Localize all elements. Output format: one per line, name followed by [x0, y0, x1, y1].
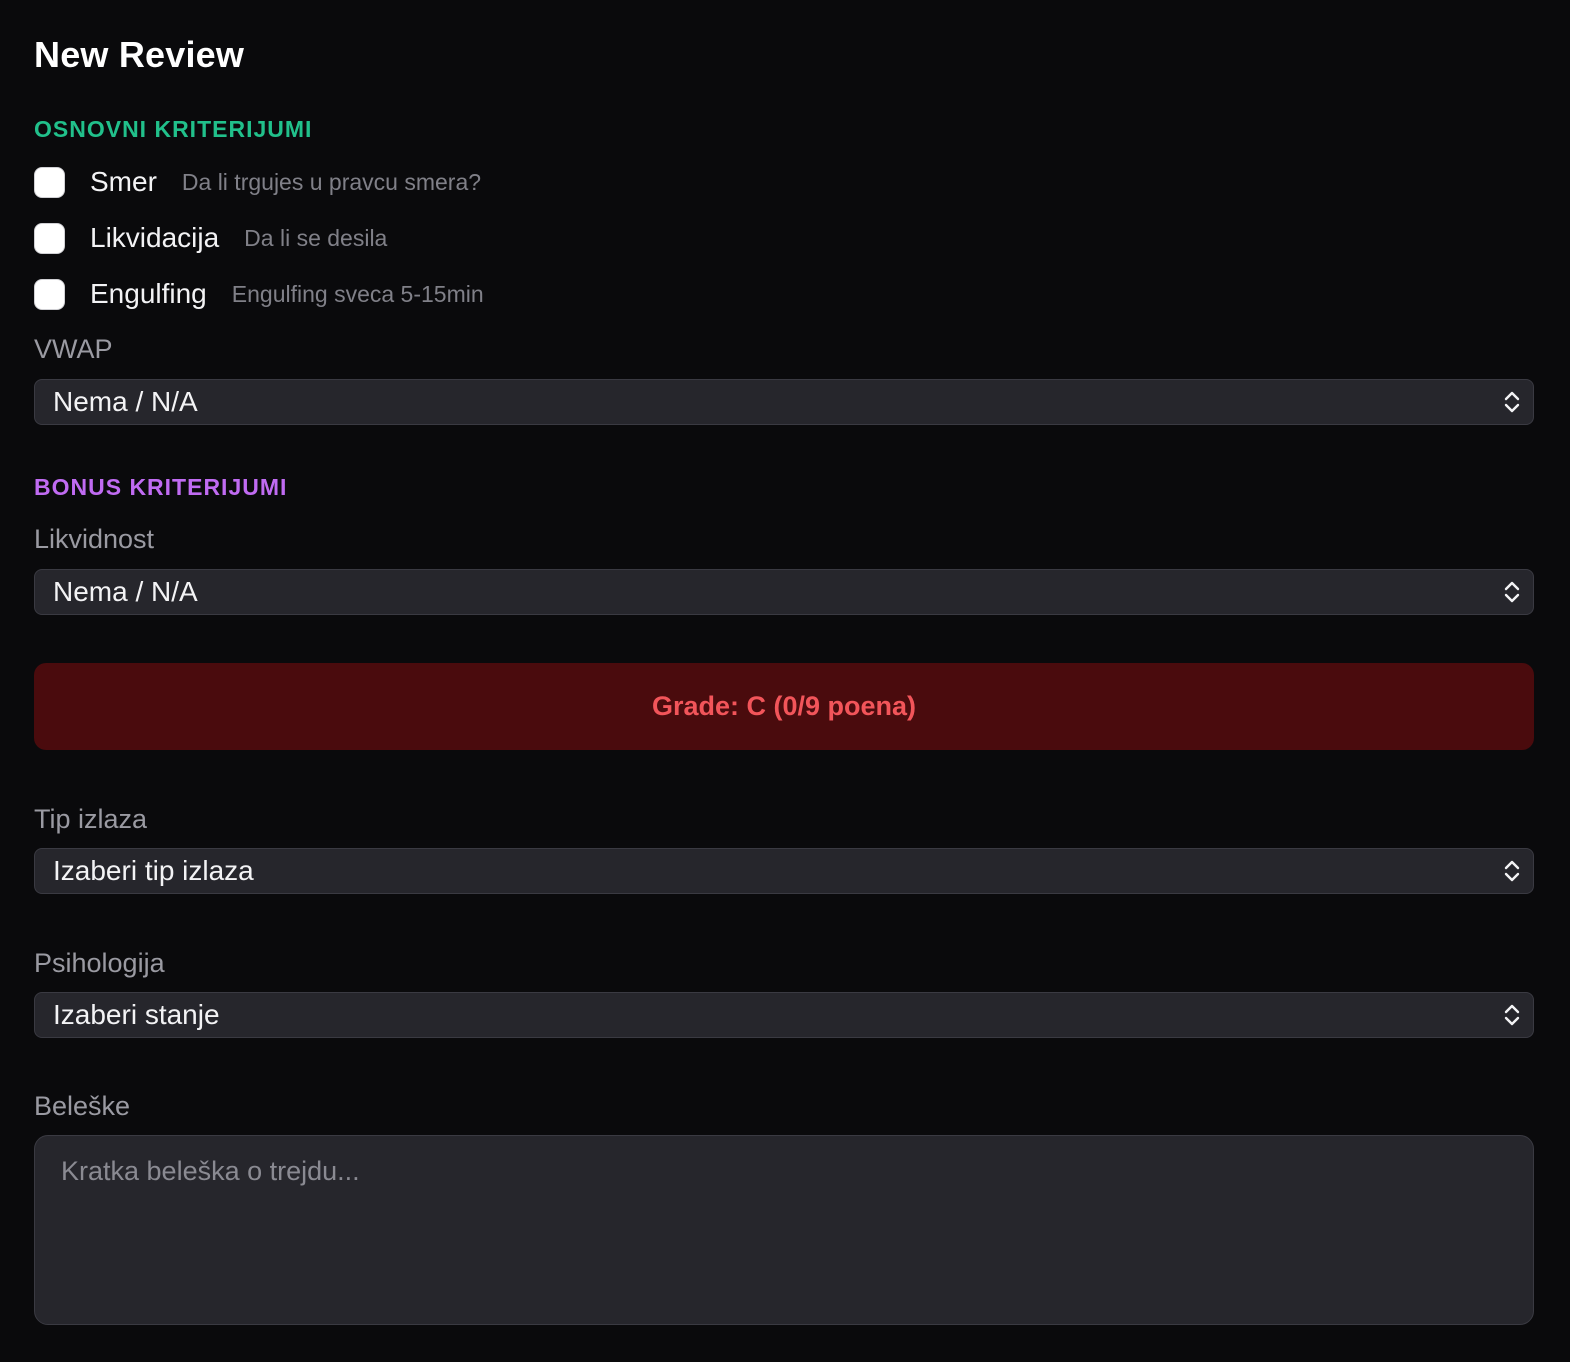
bonus-criteria-heading: BONUS KRITERIJUMI — [34, 474, 288, 500]
engulfing-hint: Engulfing sveca 5-15min — [231, 280, 484, 307]
basic-criteria-heading: OSNOVNI KRITERIJUMI — [34, 116, 313, 142]
smer-checkbox[interactable] — [34, 166, 65, 198]
exit-type-select[interactable]: Izaberi tip izlaza — [34, 848, 1534, 894]
notes-textarea[interactable] — [34, 1135, 1534, 1325]
likvidacija-checkbox[interactable] — [34, 222, 65, 254]
likvidacija-hint: Da li se desila — [244, 224, 388, 251]
exit-type-label: Tip izlaza — [34, 804, 148, 834]
chevron-up-down-icon — [1501, 1001, 1523, 1029]
engulfing-label: Engulfing — [90, 278, 207, 309]
chevron-up-down-icon — [1501, 388, 1523, 416]
page-title: New Review — [34, 34, 245, 75]
grade-banner: Grade: C (0/9 poena) — [34, 663, 1534, 750]
psychology-label: Psihologija — [34, 948, 165, 978]
grade-text: Grade: C (0/9 poena) — [651, 691, 917, 721]
psychology-select[interactable]: Izaberi stanje — [34, 992, 1534, 1038]
smer-hint: Da li trgujes u pravcu smera? — [181, 168, 482, 195]
vwap-select[interactable]: Nema / N/A — [34, 379, 1534, 425]
criterion-likvidacija[interactable]: Likvidacija Da li se desila — [34, 220, 387, 256]
notes-label: Beleške — [34, 1091, 131, 1121]
likvidnost-select-value: Nema / N/A — [53, 576, 198, 607]
vwap-select-value: Nema / N/A — [53, 386, 198, 417]
criterion-smer[interactable]: Smer Da li trgujes u pravcu smera? — [34, 164, 481, 200]
exit-type-select-value: Izaberi tip izlaza — [53, 855, 254, 886]
chevron-up-down-icon — [1501, 578, 1523, 606]
vwap-label: VWAP — [34, 334, 113, 364]
chevron-up-down-icon — [1501, 857, 1523, 885]
likvidacija-label: Likvidacija — [90, 222, 220, 253]
criterion-engulfing[interactable]: Engulfing Engulfing sveca 5-15min — [34, 276, 484, 312]
likvidnost-select[interactable]: Nema / N/A — [34, 569, 1534, 615]
psychology-select-value: Izaberi stanje — [53, 999, 220, 1030]
likvidnost-label: Likvidnost — [34, 524, 155, 554]
engulfing-checkbox[interactable] — [34, 278, 65, 310]
smer-label: Smer — [90, 166, 157, 197]
